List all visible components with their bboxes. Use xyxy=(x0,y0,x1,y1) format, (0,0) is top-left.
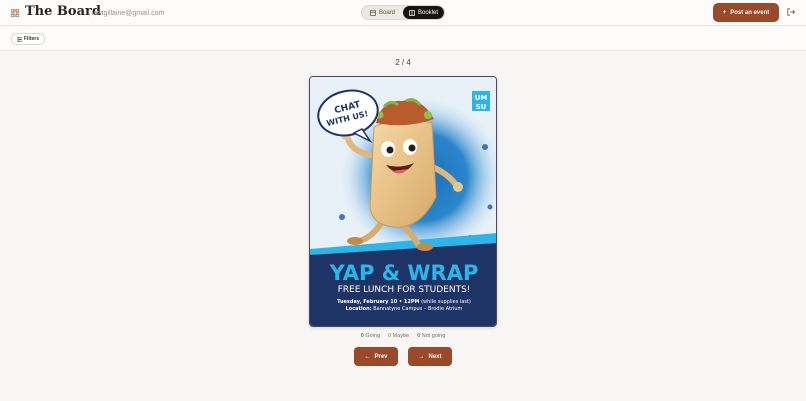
arrow-left-icon: ← xyxy=(364,353,371,360)
board-view-label: Board xyxy=(378,9,395,16)
not-going-label: Not going xyxy=(421,333,446,339)
rsvp-not-going[interactable]: 0 Not going xyxy=(417,333,445,339)
grid-logo-icon xyxy=(11,9,19,17)
top-header: The Board laragillaine@gmail.com Board B… xyxy=(0,0,806,26)
going-count: 0 xyxy=(360,333,364,339)
rsvp-maybe[interactable]: 0 Maybe xyxy=(388,333,409,339)
maybe-count: 0 xyxy=(388,333,392,339)
umsu-logo-bottom: SU xyxy=(476,103,487,111)
umsu-logo: UM SU xyxy=(472,91,490,111)
filter-bar: Filters xyxy=(0,27,806,51)
sliders-icon xyxy=(16,36,22,42)
arrow-right-icon: → xyxy=(418,353,425,360)
poster-artwork: CHAT WITH US! UM SU YAP & WRAP FREE LUNC… xyxy=(310,77,496,326)
booklet-view-label: Booklet xyxy=(417,9,438,16)
prev-label: Prev xyxy=(374,353,388,360)
next-button[interactable]: → Next xyxy=(408,347,452,366)
going-label: Going xyxy=(365,333,381,339)
post-event-label: Post an event xyxy=(730,9,770,16)
rsvp-going[interactable]: 0 Going xyxy=(361,333,380,339)
view-toggle: Board Booklet xyxy=(361,5,445,20)
umsu-logo-top: UM xyxy=(475,94,488,102)
board-view-button[interactable]: Board xyxy=(362,6,403,19)
poster-subheadline: FREE LUNCH FOR STUDENTS! xyxy=(338,285,471,295)
prev-button[interactable]: ← Prev xyxy=(354,347,398,366)
not-going-count: 0 xyxy=(417,333,421,339)
poster-location: Location: Bannatyne Campus – Brodie Atri… xyxy=(346,306,463,312)
next-label: Next xyxy=(428,353,442,360)
rsvp-summary: 0 Going 0 Maybe 0 Not going xyxy=(340,333,466,339)
booklet-view-button[interactable]: Booklet xyxy=(403,6,444,19)
board-icon xyxy=(369,9,376,16)
event-poster[interactable]: CHAT WITH US! UM SU YAP & WRAP FREE LUNC… xyxy=(309,76,497,327)
post-event-button[interactable]: + Post an event xyxy=(713,3,779,22)
filters-label: Filters xyxy=(23,36,39,42)
maybe-label: Maybe xyxy=(392,333,410,339)
page-counter: 2 / 4 xyxy=(395,58,411,67)
logout-icon[interactable] xyxy=(787,8,795,16)
poster-headline: YAP & WRAP xyxy=(329,261,479,285)
book-icon xyxy=(408,9,415,16)
filters-button[interactable]: Filters xyxy=(11,33,45,45)
plus-icon: + xyxy=(722,9,727,16)
poster-date: Tuesday, February 10 • 12PM (while suppl… xyxy=(337,299,471,305)
user-email: laragillaine@gmail.com xyxy=(88,9,164,18)
